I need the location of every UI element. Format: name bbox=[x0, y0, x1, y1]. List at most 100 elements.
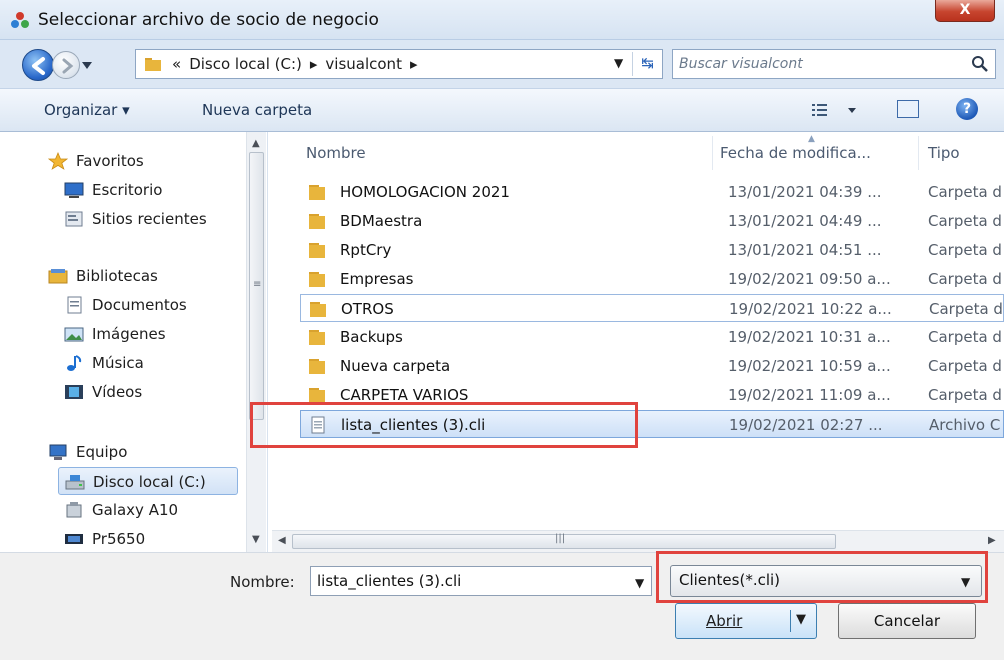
column-header-name[interactable]: Nombre bbox=[306, 144, 366, 162]
file-date: 13/01/2021 04:51 ... bbox=[728, 241, 882, 259]
file-name: Empresas bbox=[340, 270, 414, 288]
address-dropdown-icon[interactable]: ▼ bbox=[614, 56, 623, 70]
sidebar-item-galaxy-a10[interactable]: Galaxy A10 bbox=[64, 496, 242, 524]
horizontal-scrollbar[interactable]: ◀ ||| ▶ bbox=[272, 530, 1004, 552]
sidebar-item-label: Pr5650 bbox=[92, 530, 146, 548]
sidebar-item-label: Documentos bbox=[92, 296, 187, 314]
file-date: 19/02/2021 11:09 a... bbox=[728, 386, 891, 404]
sidebar-item-videos[interactable]: Vídeos bbox=[64, 378, 242, 406]
help-icon[interactable]: ? bbox=[956, 98, 978, 120]
grip-icon: ||| bbox=[555, 533, 566, 544]
sidebar-item-local-disk[interactable]: Disco local (C:) bbox=[58, 467, 238, 495]
folder-icon bbox=[309, 272, 325, 287]
list-item[interactable]: Empresas 19/02/2021 09:50 a... Carpeta d bbox=[300, 265, 1004, 293]
phone-device-icon bbox=[66, 502, 82, 518]
folder-icon bbox=[309, 359, 325, 374]
list-item[interactable]: OTROS 19/02/2021 10:22 a... Carpeta d bbox=[300, 294, 1004, 322]
sidebar-item-pictures[interactable]: Imágenes bbox=[64, 320, 242, 348]
address-bar[interactable]: « Disco local (C:) ▸ visualcont ▸ ▼ ↹ bbox=[135, 49, 663, 79]
search-icon[interactable] bbox=[971, 55, 989, 73]
scroll-left-icon[interactable]: ◀ bbox=[278, 535, 286, 546]
navigation-scrollbar[interactable]: ▲ ≡ ▼ bbox=[246, 132, 266, 552]
close-button[interactable]: X bbox=[935, 0, 995, 22]
list-item[interactable]: Nueva carpeta 19/02/2021 10:59 a... Carp… bbox=[300, 352, 1004, 380]
preview-pane-icon[interactable] bbox=[897, 100, 919, 118]
filename-combobox[interactable]: ▼ bbox=[310, 566, 652, 596]
file-name: OTROS bbox=[341, 300, 394, 318]
file-date: 19/02/2021 02:27 ... bbox=[729, 416, 883, 434]
scroll-up-icon[interactable]: ▲ bbox=[252, 138, 260, 149]
sidebar-item-libraries[interactable]: Bibliotecas bbox=[48, 262, 238, 290]
search-input[interactable] bbox=[679, 54, 949, 74]
list-item[interactable]: Backups 19/02/2021 10:31 a... Carpeta d bbox=[300, 323, 1004, 351]
breadcrumb-visualcont[interactable]: visualcont bbox=[325, 55, 402, 73]
file-name: BDMaestra bbox=[340, 212, 423, 230]
breadcrumb-overflow[interactable]: « bbox=[172, 55, 181, 73]
list-item[interactable]: BDMaestra 13/01/2021 04:49 ... Carpeta d bbox=[300, 207, 1004, 235]
sidebar-item-label: Disco local (C:) bbox=[93, 473, 206, 491]
grip-icon: ≡ bbox=[253, 279, 262, 290]
file-type: Carpeta d bbox=[928, 328, 1002, 346]
sidebar-item-pr5650[interactable]: Pr5650 bbox=[64, 525, 242, 553]
refresh-button[interactable]: ↹ bbox=[632, 52, 662, 76]
sidebar-item-label: Escritorio bbox=[92, 181, 163, 199]
cancel-button[interactable]: Cancelar bbox=[838, 603, 976, 639]
open-button[interactable]: Abrir ▼ bbox=[675, 603, 817, 639]
scroll-right-icon[interactable]: ▶ bbox=[988, 535, 996, 546]
file-date: 19/02/2021 10:31 a... bbox=[728, 328, 891, 346]
title-bar: Seleccionar archivo de socio de negocio … bbox=[0, 0, 1004, 40]
documents-icon bbox=[67, 296, 82, 314]
folder-icon bbox=[309, 185, 325, 200]
file-type: Carpeta d bbox=[928, 183, 1002, 201]
filename-field[interactable] bbox=[317, 572, 617, 590]
sidebar-item-label: Imágenes bbox=[92, 325, 166, 343]
folder-icon bbox=[309, 330, 325, 345]
column-header-date[interactable]: Fecha de modifica... bbox=[720, 144, 871, 162]
column-divider[interactable] bbox=[712, 136, 713, 170]
file-name: RptCry bbox=[340, 241, 392, 259]
file-date: 19/02/2021 10:59 a... bbox=[728, 357, 891, 375]
breadcrumb-separator[interactable]: ▸ bbox=[410, 55, 418, 73]
open-options-dropdown-icon[interactable]: ▼ bbox=[796, 612, 806, 627]
sidebar-item-computer[interactable]: Equipo bbox=[48, 438, 238, 466]
horizontal-scroll-thumb[interactable]: ||| bbox=[292, 533, 836, 549]
sidebar-item-music[interactable]: Música bbox=[64, 349, 242, 377]
search-box[interactable] bbox=[672, 49, 996, 79]
star-icon bbox=[48, 152, 68, 170]
folder-icon bbox=[310, 302, 326, 317]
scroll-down-icon[interactable]: ▼ bbox=[252, 534, 260, 545]
selected-file-highlight bbox=[250, 402, 638, 448]
new-folder-button[interactable]: Nueva carpeta bbox=[202, 101, 312, 119]
breadcrumb-local-disk[interactable]: Disco local (C:) bbox=[189, 55, 302, 73]
sidebar-item-documents[interactable]: Documentos bbox=[64, 291, 242, 319]
column-header-type[interactable]: Tipo bbox=[928, 144, 960, 162]
sidebar-item-label: Equipo bbox=[76, 443, 128, 461]
file-type-highlight bbox=[656, 551, 988, 603]
forward-button[interactable] bbox=[52, 51, 80, 79]
back-button[interactable] bbox=[22, 49, 54, 81]
breadcrumb: « Disco local (C:) ▸ visualcont ▸ bbox=[172, 55, 425, 73]
column-divider[interactable] bbox=[918, 136, 919, 170]
sidebar-item-recent-places[interactable]: Sitios recientes bbox=[64, 205, 242, 233]
file-type: Archivo C bbox=[929, 416, 1001, 434]
file-name: Nueva carpeta bbox=[340, 357, 451, 375]
command-toolbar: Organizar ▾ Nueva carpeta ? bbox=[0, 88, 1004, 132]
folder-icon bbox=[309, 214, 325, 229]
chevron-down-icon[interactable]: ▼ bbox=[635, 576, 644, 590]
file-name: HOMOLOGACION 2021 bbox=[340, 183, 510, 201]
breadcrumb-separator[interactable]: ▸ bbox=[310, 55, 318, 73]
dialog-footer: Nombre: ▼ Clientes(*.cli) ▼ Abrir ▼ Canc… bbox=[0, 551, 1004, 660]
sidebar-item-desktop[interactable]: Escritorio bbox=[64, 176, 242, 204]
list-item[interactable]: HOMOLOGACION 2021 13/01/2021 04:39 ... C… bbox=[300, 178, 1004, 206]
navigation-scroll-thumb[interactable]: ≡ bbox=[249, 152, 264, 420]
list-item[interactable]: RptCry 13/01/2021 04:51 ... Carpeta d bbox=[300, 236, 1004, 264]
local-disk-icon bbox=[65, 475, 85, 490]
libraries-icon bbox=[48, 269, 68, 284]
file-name: Backups bbox=[340, 328, 403, 346]
organize-menu[interactable]: Organizar ▾ bbox=[44, 101, 130, 119]
split-divider bbox=[790, 610, 791, 632]
printer-device-icon bbox=[65, 534, 83, 544]
sidebar-item-favorites[interactable]: Favoritos bbox=[48, 147, 238, 175]
recent-pages-dropdown[interactable] bbox=[82, 62, 92, 70]
change-view-icon[interactable] bbox=[810, 99, 860, 121]
